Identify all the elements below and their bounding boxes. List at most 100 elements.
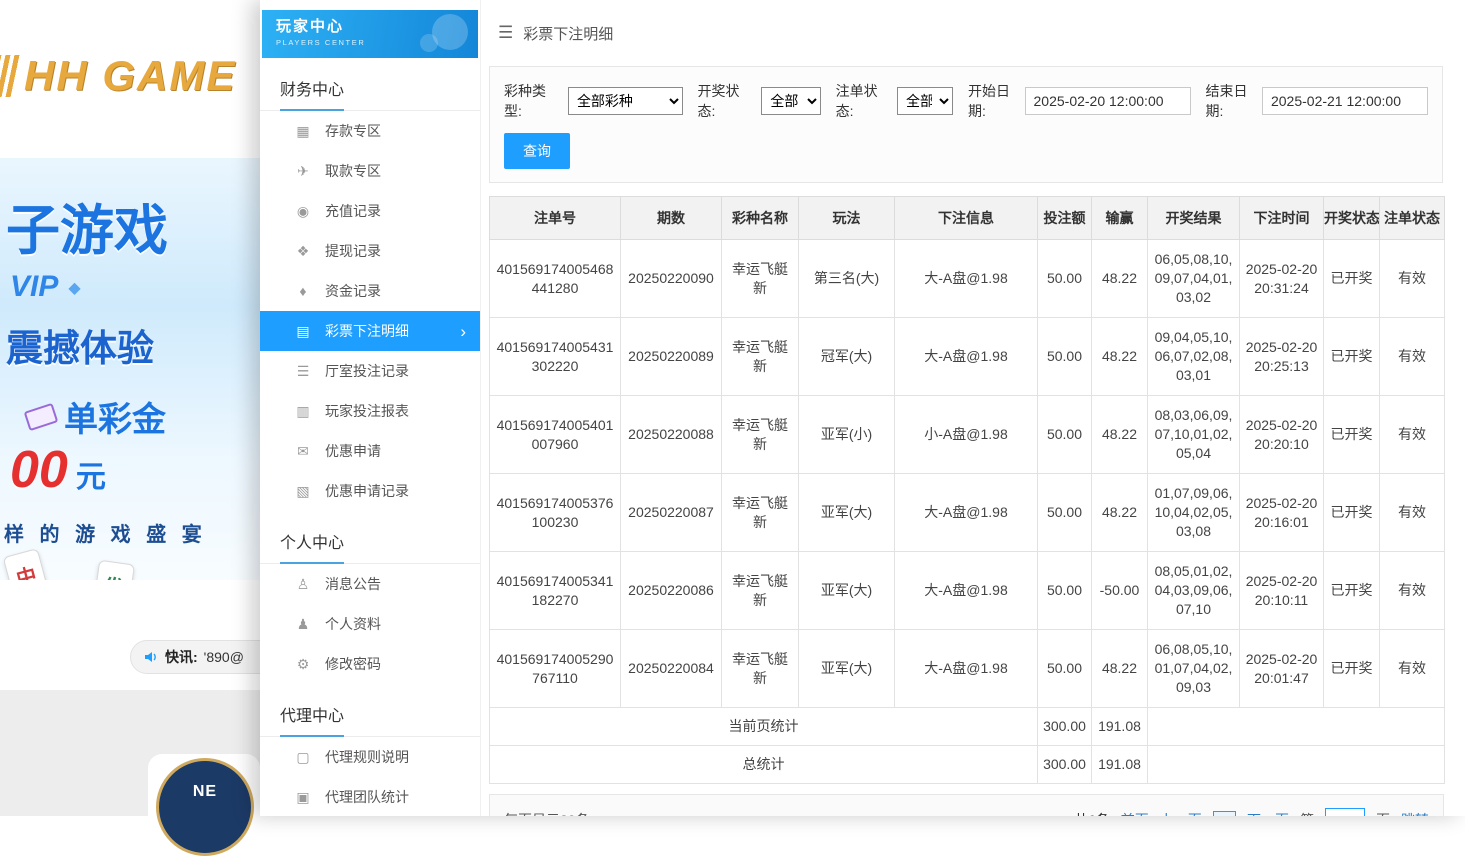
cell: 401569174005401007960 <box>490 396 621 474</box>
start-date-input[interactable] <box>1025 87 1191 115</box>
col-draw-result: 开奖结果 <box>1148 197 1240 240</box>
cell: 已开奖 <box>1324 240 1380 318</box>
chevron-right-icon: › <box>460 323 466 340</box>
sidebar-item-agent-team-stats[interactable]: ▣代理团队统计 <box>260 777 480 816</box>
cell: 50.00 <box>1038 552 1092 630</box>
jump-suffix: 页 <box>1376 810 1390 816</box>
cell: 已开奖 <box>1324 474 1380 552</box>
summary-row-current-page: 当前页统计 300.00 191.08 <box>490 708 1445 746</box>
sidebar-item-promo-apply-record[interactable]: ▧优惠申请记录 <box>260 471 480 511</box>
summary-label: 当前页统计 <box>490 708 1038 746</box>
sidebar-item-withdrawal-record[interactable]: ❖提现记录 <box>260 231 480 271</box>
bottom-strip: NE <box>0 690 260 816</box>
search-button[interactable]: 查询 <box>504 133 570 169</box>
cell: 50.00 <box>1038 240 1092 318</box>
cell: 幸运飞艇新 <box>722 318 799 396</box>
banner-line-6: 样 的 游 戏 盛 宴 <box>4 518 207 547</box>
cell: 有效 <box>1380 552 1445 630</box>
draw-status-select[interactable]: 全部 <box>761 87 820 115</box>
lottery-type-group: 彩种类型: 全部彩种 <box>504 81 683 121</box>
next-page-link[interactable]: 下一页 <box>1247 810 1289 816</box>
jump-button[interactable]: 跳转 <box>1401 810 1429 816</box>
cell: 亚军(小) <box>799 396 895 474</box>
cell: 有效 <box>1380 630 1445 708</box>
promo-record-icon: ▧ <box>294 483 312 500</box>
cell: 幸运飞艇新 <box>722 240 799 318</box>
end-date-label: 结束日期: <box>1206 81 1255 121</box>
lottery-type-select[interactable]: 全部彩种 <box>568 87 683 115</box>
ticker-text: '890@ <box>204 649 244 665</box>
cell: 401569174005341182270 <box>490 552 621 630</box>
cell: 401569174005431302220 <box>490 318 621 396</box>
cell: 亚军(大) <box>799 630 895 708</box>
table-row: 40156917400537610023020250220087幸运飞艇新亚军(… <box>490 474 1445 552</box>
agent-rules-icon: ▢ <box>294 749 312 766</box>
prev-page-link[interactable]: 上一页 <box>1160 810 1202 816</box>
summary-row-grand-total: 总统计 300.00 191.08 <box>490 746 1445 784</box>
banner-line-1: 子游戏 <box>6 186 168 265</box>
sidebar-subtitle: PLAYERS CENTER <box>276 38 464 47</box>
profile-icon: ♟ <box>294 616 312 633</box>
banner-line-4: 单彩金 <box>26 392 166 441</box>
summary-winloss-total: 191.08 <box>1092 708 1148 746</box>
order-status-select[interactable]: 全部 <box>897 87 953 115</box>
section-title-agent: 代理中心 <box>260 684 480 737</box>
col-lottery-name: 彩种名称 <box>722 197 799 240</box>
col-bet-amount: 投注额 <box>1038 197 1092 240</box>
sidebar-item-messages[interactable]: ♙消息公告 <box>260 564 480 604</box>
cell: 已开奖 <box>1324 630 1380 708</box>
table-row: 40156917400534118227020250220086幸运飞艇新亚军(… <box>490 552 1445 630</box>
main-content: ☰ 彩票下注明细 彩种类型: 全部彩种 开奖状态: 全部 注单状态: 全部 开始… <box>481 0 1465 816</box>
sidebar-title: 玩家中心 <box>276 15 464 36</box>
summary-winloss-total: 191.08 <box>1092 746 1148 784</box>
sidebar-item-funds-record[interactable]: ♦资金记录 <box>260 271 480 311</box>
cell: 48.22 <box>1092 396 1148 474</box>
funds-record-icon: ♦ <box>294 283 312 299</box>
table-footer: 每页显示20条 共6条 首页 上一页 1 下一页 第 页 跳转 <box>489 794 1444 816</box>
cell: 第三名(大) <box>799 240 895 318</box>
page-jump-input[interactable] <box>1325 808 1365 816</box>
cell: 20250220087 <box>621 474 722 552</box>
cell: 48.22 <box>1092 474 1148 552</box>
ticker-label: 快讯: <box>165 647 198 667</box>
cell: 有效 <box>1380 396 1445 474</box>
cell: 幸运飞艇新 <box>722 630 799 708</box>
sidebar-item-deposit-zone[interactable]: ▦存款专区 <box>260 111 480 151</box>
cell: 小-A盘@1.98 <box>895 396 1038 474</box>
sidebar-item-hall-bet-record[interactable]: ☰厅室投注记录 <box>260 351 480 391</box>
cell: 2025-02-20 20:16:01 <box>1240 474 1324 552</box>
cell: 幸运飞艇新 <box>722 552 799 630</box>
sidebar-item-profile[interactable]: ♟个人资料 <box>260 604 480 644</box>
sidebar-header: 玩家中心 PLAYERS CENTER <box>262 10 478 58</box>
current-page[interactable]: 1 <box>1213 811 1236 817</box>
col-bet-info: 下注信息 <box>895 197 1038 240</box>
diamond-icon: ◆ <box>68 280 80 297</box>
end-date-input[interactable] <box>1262 87 1428 115</box>
summary-empty <box>1148 746 1445 784</box>
sidebar-item-recharge-record[interactable]: ◉充值记录 <box>260 191 480 231</box>
sidebar-item-change-password[interactable]: ⚙修改密码 <box>260 644 480 684</box>
sidebar-item-player-bet-report[interactable]: ▥玩家投注报表 <box>260 391 480 431</box>
section-title-finance: 财务中心 <box>260 58 480 111</box>
ticket-icon <box>24 402 59 430</box>
cell: 20250220086 <box>621 552 722 630</box>
lottery-bets-icon: ▤ <box>294 323 312 340</box>
sidebar-item-withdraw-zone[interactable]: ✈取款专区 <box>260 151 480 191</box>
sidebar-item-lottery-bet-details[interactable]: ▤彩票下注明细› <box>260 311 480 351</box>
table-row: 40156917400546844128020250220090幸运飞艇新第三名… <box>490 240 1445 318</box>
sidebar-item-agent-rules[interactable]: ▢代理规则说明 <box>260 737 480 777</box>
menu-toggle-icon[interactable]: ☰ <box>498 23 513 43</box>
first-page-link[interactable]: 首页 <box>1121 810 1149 816</box>
lottery-type-label: 彩种类型: <box>504 81 561 121</box>
banner-line-3: 震撼体验 <box>6 318 154 372</box>
cell: 已开奖 <box>1324 396 1380 474</box>
cell: 2025-02-20 20:25:13 <box>1240 318 1324 396</box>
cell: 50.00 <box>1038 474 1092 552</box>
cell: 50.00 <box>1038 630 1092 708</box>
cell: 09,04,05,10,06,07,02,08,03,01 <box>1148 318 1240 396</box>
cell: 有效 <box>1380 318 1445 396</box>
sidebar-item-promo-apply[interactable]: ✉优惠申请 <box>260 431 480 471</box>
team-logo: NE <box>156 758 254 856</box>
col-draw-status: 开奖状态 <box>1324 197 1380 240</box>
order-status-label: 注单状态: <box>836 81 890 121</box>
